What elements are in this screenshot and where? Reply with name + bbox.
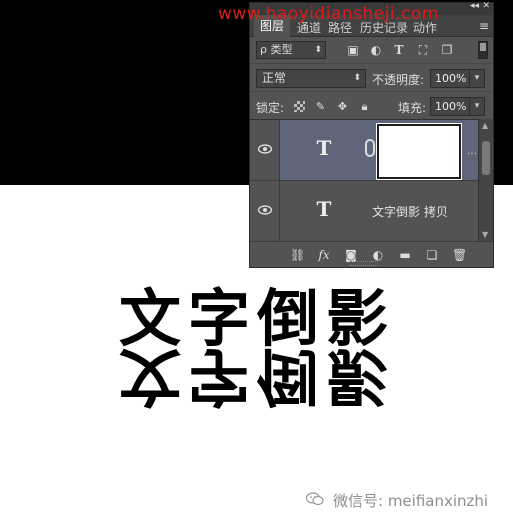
panel-menu-icon[interactable]: ≡	[479, 19, 489, 33]
tab-layers[interactable]: 图层	[254, 15, 291, 37]
trash-icon[interactable]: 🗑︎	[452, 248, 467, 262]
smart-object-filter-icon[interactable]: ❐	[439, 42, 455, 58]
filter-row: ρ 类型 ⬍ ▣ ◐ T ⛶ ❐	[250, 37, 493, 63]
panel-tabs: 图层 通道 路径 历史记录 动作 ≡	[250, 15, 493, 37]
tab-history[interactable]: 历史记录	[360, 19, 408, 36]
shape-filter-icon[interactable]: ⛶	[415, 42, 431, 58]
link-layers-icon[interactable]: ⛓	[290, 248, 305, 262]
scroll-up-icon[interactable]: ▲	[482, 121, 488, 130]
lock-position-icon[interactable]: ✥	[336, 100, 349, 113]
visibility-cell[interactable]	[250, 181, 280, 241]
lock-image-pixels-icon[interactable]: ✎	[314, 100, 327, 113]
tab-channels[interactable]: 通道	[297, 19, 321, 36]
fx-icon[interactable]: fx	[317, 248, 331, 262]
layers-scrollbar[interactable]: ▲ ▼	[478, 119, 493, 241]
scroll-thumb[interactable]	[482, 141, 490, 175]
filter-type-label: ρ 类型	[260, 43, 293, 56]
fill-field[interactable]: 100% ▾	[430, 97, 485, 116]
lock-label: 锁定:	[256, 101, 285, 115]
opacity-value: 100%	[435, 72, 467, 85]
wechat-id-text: 微信号: meifianxinzhi	[333, 492, 489, 510]
eye-icon[interactable]	[258, 204, 272, 216]
more-icon: …	[467, 146, 477, 157]
lock-all-icon[interactable]: 🔒︎	[358, 100, 371, 113]
tab-actions[interactable]: 动作	[413, 19, 437, 36]
blend-mode-select[interactable]: 正常 ⬍	[256, 69, 366, 88]
canvas-reflection-text: 文字倒影	[119, 340, 396, 413]
opacity-label: 不透明度:	[372, 73, 425, 87]
new-group-icon[interactable]: ▬	[398, 248, 412, 262]
scroll-down-icon[interactable]: ▼	[482, 230, 488, 239]
chevron-down-icon[interactable]: ▾	[469, 98, 484, 115]
layer-mask-thumbnail[interactable]	[376, 123, 462, 180]
blend-row: 正常 ⬍ 不透明度: 100% ▾	[250, 63, 493, 91]
tab-paths[interactable]: 路径	[328, 19, 352, 36]
eye-icon[interactable]	[258, 143, 272, 155]
layer-name[interactable]: 文字倒影 拷贝	[372, 203, 448, 220]
blend-mode-value: 正常	[262, 71, 287, 85]
chevron-down-icon[interactable]: ▾	[469, 70, 484, 87]
image-filter-icon[interactable]: ▣	[345, 42, 361, 58]
layer-row[interactable]: T …	[250, 120, 478, 181]
fill-value: 100%	[435, 100, 467, 113]
lock-transparent-pixels-icon[interactable]	[294, 101, 305, 112]
close-icon[interactable]: ✕	[482, 1, 490, 11]
wechat-icon	[306, 492, 324, 506]
layers-list: T … T 文字倒影 拷贝	[250, 119, 478, 242]
type-layer-icon: T	[316, 136, 332, 160]
adjustment-filter-icon[interactable]: ◐	[368, 42, 384, 58]
filter-type-select[interactable]: ρ 类型 ⬍	[256, 41, 326, 59]
new-adjustment-layer-icon[interactable]: ◐	[371, 248, 385, 262]
type-filter-icon[interactable]: T	[391, 42, 407, 58]
select-arrow-icon: ⬍	[314, 45, 322, 55]
fill-label: 填充:	[398, 101, 427, 115]
filter-toggle-switch[interactable]	[478, 41, 488, 59]
layer-row[interactable]: T 文字倒影 拷贝	[250, 181, 478, 242]
new-layer-icon[interactable]: ❏	[425, 248, 439, 262]
mask-link-icon[interactable]	[365, 139, 375, 157]
visibility-cell[interactable]	[250, 120, 280, 180]
select-arrow-icon: ⬍	[353, 73, 361, 83]
collapse-icon[interactable]: ◂◂	[470, 1, 479, 11]
opacity-field[interactable]: 100% ▾	[430, 69, 485, 88]
layers-panel: ◂◂ ✕ 图层 通道 路径 历史记录 动作 ≡ ρ 类型 ⬍ ▣ ◐ T ⛶ ❐…	[249, 1, 494, 268]
add-mask-icon[interactable]: ◙	[344, 248, 358, 262]
resize-grip[interactable]	[350, 261, 378, 266]
type-layer-icon: T	[316, 197, 332, 221]
lock-row: 锁定: ✎ ✥ 🔒︎ 填充: 100% ▾	[250, 91, 493, 119]
panel-collapse-bar[interactable]: ◂◂ ✕	[250, 1, 493, 15]
